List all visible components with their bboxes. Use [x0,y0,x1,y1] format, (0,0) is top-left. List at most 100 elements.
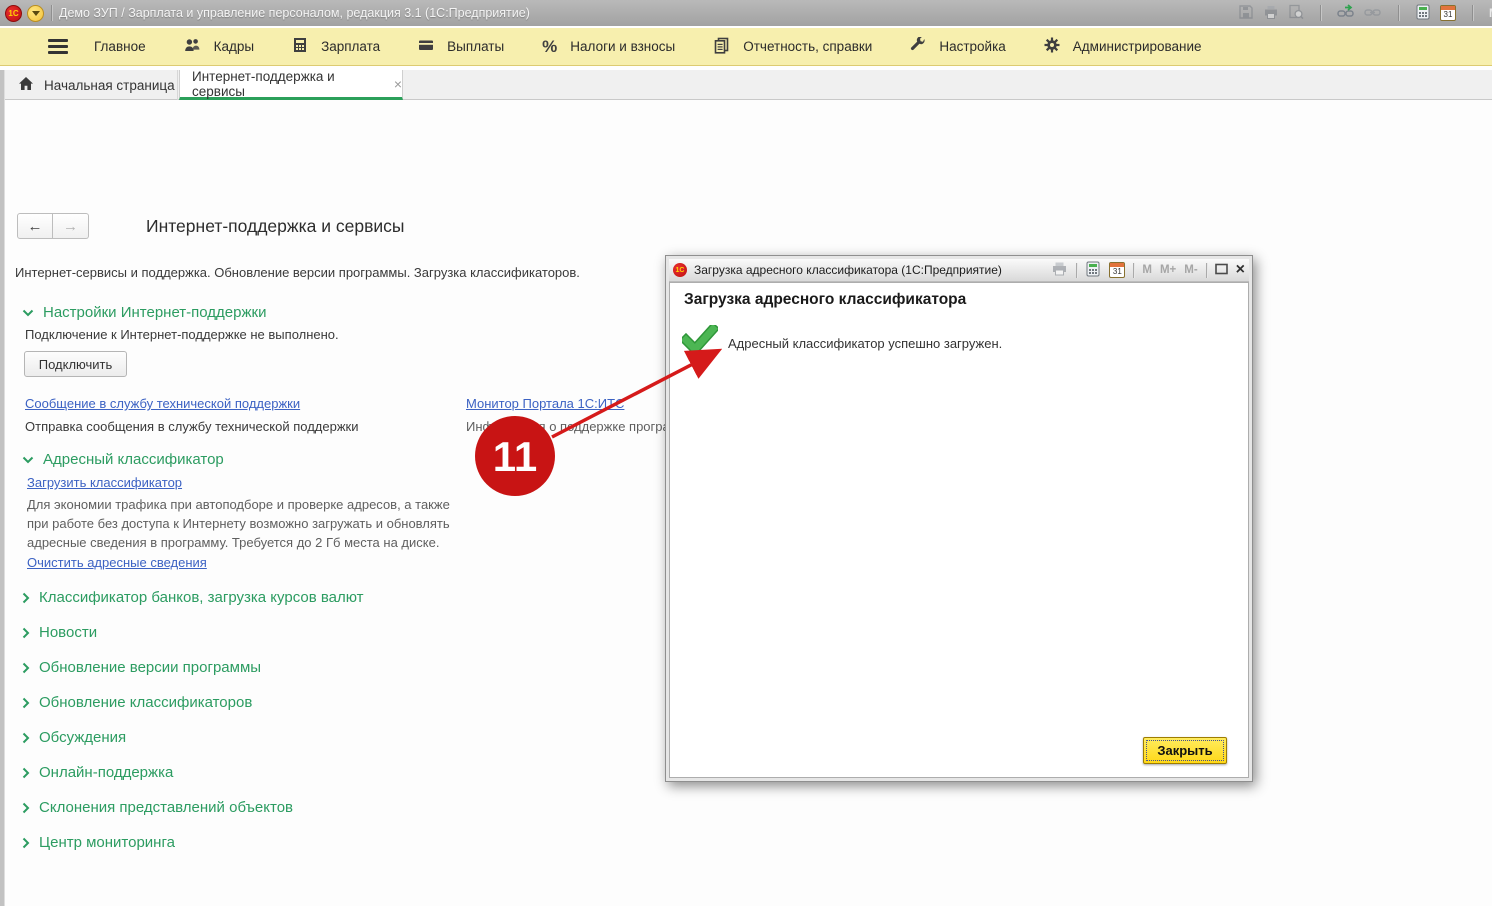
section-internet-support-settings[interactable]: Настройки Интернет-поддержки [22,304,266,321]
divider [1076,263,1077,278]
chevron-down-icon [22,309,34,317]
go-to-link-icon[interactable] [1364,4,1382,23]
window-left-border [0,70,5,906]
section-title: Новости [39,624,97,641]
gear-icon [1044,37,1060,56]
wallet-icon [418,37,434,56]
wrench-icon [910,37,926,56]
divider [1133,263,1134,278]
menu-item-label: Зарплата [321,39,380,54]
chevron-right-icon [22,767,30,779]
calendar-day-label: 31 [1441,10,1455,20]
menu-item-label: Администрирование [1073,39,1202,54]
calendar-icon[interactable]: 31 [1109,262,1125,278]
dialog-body: Загрузка адресного классификатора Адресн… [669,282,1249,778]
section-address-classifier[interactable]: Адресный классификатор [22,451,224,468]
tab-label: Начальная страница [44,78,175,93]
section-discussions[interactable]: Обсуждения [22,729,126,746]
memory-minus-button: M- [1184,264,1197,276]
close-button[interactable]: Закрыть [1143,737,1227,764]
tab-label: Интернет-поддержка и сервисы [192,69,382,99]
section-title: Обсуждения [39,729,126,746]
memory-button: M [1142,264,1152,276]
chevron-right-icon [22,732,30,744]
menu-item-settings[interactable]: Настройка [910,37,1005,56]
section-classifiers-update[interactable]: Обновление классификаторов [22,694,252,711]
application-window: 1С Демо ЗУП / Зарплата и управление перс… [0,0,1492,906]
sections-menubar: Главное Кадры Зарплата Выплаты % Налоги … [0,28,1492,66]
portal-monitor-link[interactable]: Монитор Портала 1С:ИТС [466,396,624,411]
section-title: Обновление версии программы [39,659,261,676]
divider [1398,5,1399,21]
reports-icon [713,37,730,57]
section-online-support[interactable]: Онлайн-поддержка [22,764,173,781]
section-program-update[interactable]: Обновление версии программы [22,659,261,676]
section-news[interactable]: Новости [22,624,97,641]
menu-item-staff[interactable]: Кадры [184,37,254,56]
menu-item-payments[interactable]: Выплаты [418,37,504,56]
section-title: Классификатор банков, загрузка курсов ва… [39,589,364,606]
clear-address-data-link[interactable]: Очистить адресные сведения [27,555,207,570]
menu-item-administration[interactable]: Администрирование [1044,37,1202,56]
page-subtitle: Интернет-сервисы и поддержка. Обновление… [15,265,580,280]
get-link-icon[interactable] [1337,4,1355,23]
section-banks-classifier[interactable]: Классификатор банков, загрузка курсов ва… [22,589,364,606]
portal-monitor-description: Информация о поддержке програ [466,419,670,434]
forward-button[interactable]: → [53,213,89,239]
divider [1472,5,1473,21]
main-menu-dropdown-button[interactable] [27,5,44,22]
section-title: Обновление классификаторов [39,694,252,711]
menu-item-label: Налоги и взносы [570,39,675,54]
dialog-titlebar[interactable]: 1С Загрузка адресного классификатора (1С… [669,259,1249,282]
menu-item-label: Отчетность, справки [743,39,872,54]
menu-item-main[interactable]: Главное [94,39,146,54]
calculator-icon [292,37,308,56]
section-title: Онлайн-поддержка [39,764,173,781]
calculator-icon[interactable] [1085,261,1101,280]
address-classifier-description: Для экономии трафика при автоподборе и п… [27,495,459,552]
chevron-right-icon [22,837,30,849]
back-button[interactable]: ← [17,213,53,239]
section-title: Настройки Интернет-поддержки [43,304,266,321]
calculator-icon[interactable] [1415,4,1431,23]
history-nav-group: ← → [17,213,89,239]
section-title: Склонения представлений объектов [39,799,293,816]
load-classifier-link[interactable]: Загрузить классификатор [27,475,182,490]
menu-item-label: Кадры [214,39,254,54]
print-icon[interactable] [1263,4,1279,23]
tab-home-page[interactable]: Начальная страница [8,70,178,100]
section-title: Центр мониторинга [39,834,175,851]
print-icon[interactable] [1051,261,1068,279]
section-declensions[interactable]: Склонения представлений объектов [22,799,293,816]
chevron-right-icon [22,802,30,814]
chevron-right-icon [22,627,30,639]
menu-item-label: Выплаты [447,39,504,54]
tab-internet-support[interactable]: Интернет-поддержка и сервисы × [179,70,403,100]
print-preview-icon[interactable] [1288,4,1304,23]
calendar-icon[interactable]: 31 [1440,5,1456,21]
section-monitoring-center[interactable]: Центр мониторинга [22,834,175,851]
dialog-toolbar: 31 M M+ M- × [1051,261,1249,280]
people-icon [184,37,201,56]
close-dialog-icon[interactable]: × [1236,262,1245,278]
tech-support-message-link[interactable]: Сообщение в службу технической поддержки [25,396,300,411]
hamburger-menu-button[interactable] [48,39,68,54]
chevron-right-icon [22,662,30,674]
close-tab-icon[interactable]: × [394,77,402,91]
connect-button[interactable]: Подключить [24,351,127,377]
menu-item-salary[interactable]: Зарплата [292,37,380,56]
menu-item-reports[interactable]: Отчетность, справки [713,37,872,57]
menu-item-taxes[interactable]: % Налоги и взносы [542,37,675,57]
memory-plus-button: M+ [1160,264,1176,276]
divider [51,5,52,21]
home-icon [18,76,34,94]
1c-logo-icon: 1С [673,263,687,277]
page-title: Интернет-поддержка и сервисы [146,216,405,237]
window-title: Демо ЗУП / Зарплата и управление персона… [59,6,530,20]
save-icon[interactable] [1238,4,1254,23]
maximize-icon[interactable] [1215,263,1228,278]
success-message: Адресный классификатор успешно загружен. [728,336,1002,351]
calendar-day-label: 31 [1110,267,1124,277]
menu-item-label: Главное [94,39,146,54]
divider [1206,263,1207,278]
